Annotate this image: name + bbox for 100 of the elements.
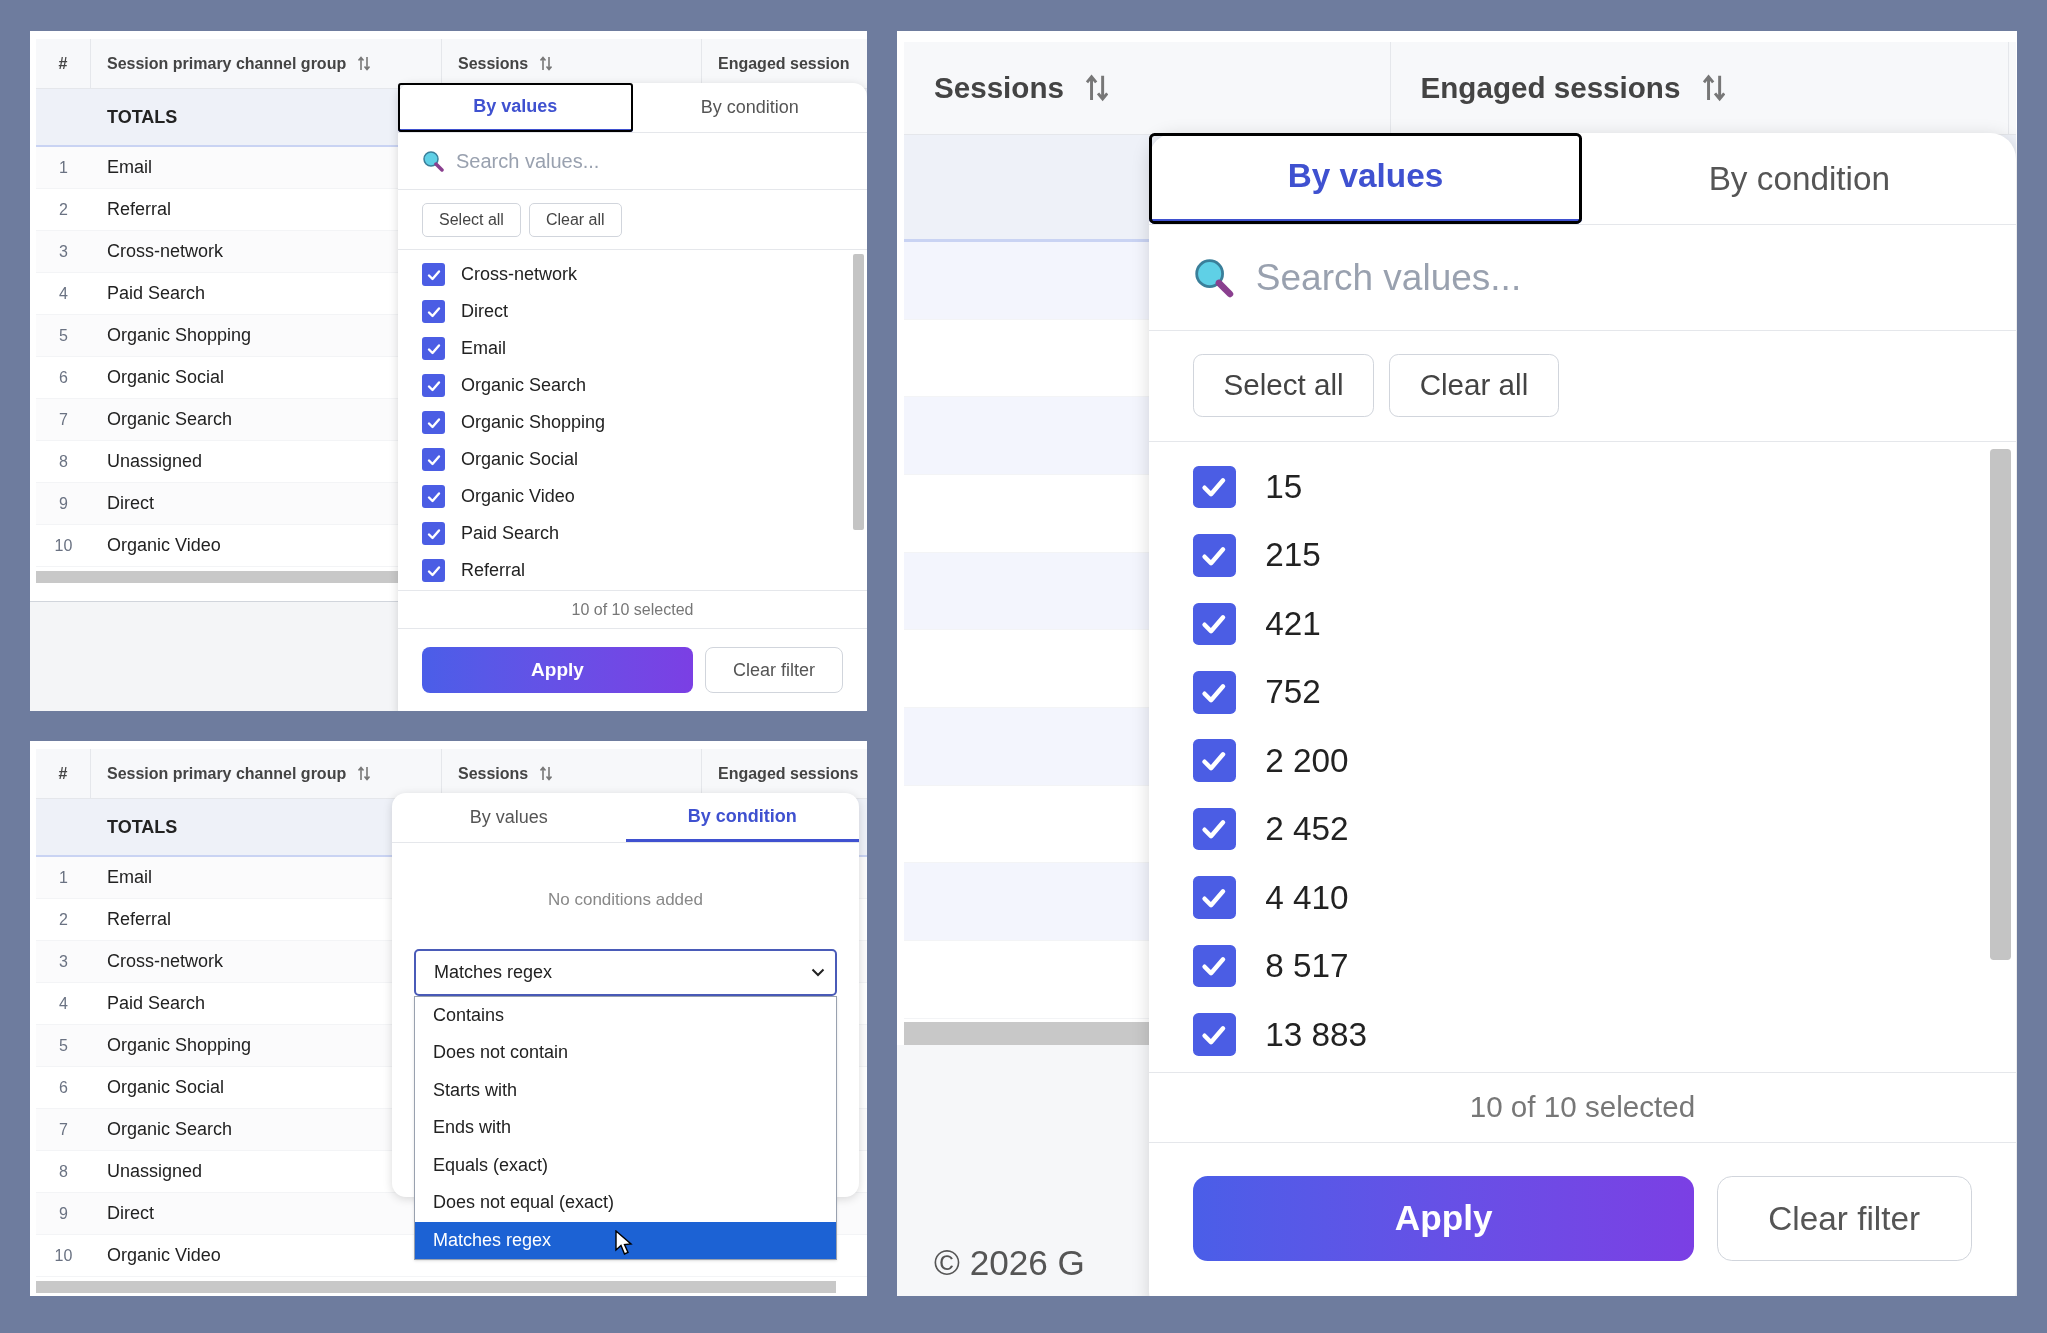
- row-number: 6: [58, 367, 69, 388]
- checkbox[interactable]: [1193, 739, 1236, 782]
- dropdown-option[interactable]: Does not equal (exact): [415, 1184, 836, 1222]
- sort-icon[interactable]: [540, 56, 553, 71]
- action-button[interactable]: Select all: [1193, 354, 1375, 418]
- table-cell-text: Unassigned: [106, 1160, 204, 1183]
- value-label[interactable]: Cross-network: [461, 261, 578, 288]
- apply-button[interactable]: Apply: [1193, 1176, 1695, 1262]
- sort-icon[interactable]: [358, 766, 371, 781]
- row-number: 6: [58, 1077, 69, 1098]
- dropdown-option[interactable]: Ends with: [415, 1109, 836, 1147]
- checkbox[interactable]: [422, 522, 445, 545]
- filter-tab[interactable]: By condition: [625, 793, 859, 842]
- dropdown-option[interactable]: Contains: [415, 996, 836, 1034]
- table-cell-text: Direct: [106, 492, 155, 515]
- selection-count: 10 of 10 selected: [398, 591, 867, 629]
- action-button[interactable]: Clear all: [528, 202, 622, 237]
- dropdown-option[interactable]: Matches regex: [415, 1221, 836, 1259]
- checkbox[interactable]: [422, 374, 445, 397]
- checkbox[interactable]: [422, 337, 445, 360]
- value-label[interactable]: 13 883: [1265, 1009, 1367, 1060]
- sort-icon[interactable]: [1702, 73, 1725, 102]
- value-label[interactable]: Organic Shopping: [461, 409, 606, 436]
- scrollbar[interactable]: [1990, 449, 2011, 960]
- dropdown-option[interactable]: Does not contain: [415, 1034, 836, 1072]
- checkbox[interactable]: [1193, 1013, 1236, 1056]
- table-cell-text: Paid Search: [106, 282, 207, 305]
- dropdown-option[interactable]: Equals (exact): [415, 1146, 836, 1184]
- sort-icon[interactable]: [358, 56, 371, 71]
- checkbox[interactable]: [1193, 944, 1236, 988]
- clear-filter-button[interactable]: Clear filter: [705, 647, 843, 693]
- column-header: #: [36, 39, 91, 88]
- row-number: 7: [58, 409, 69, 430]
- sort-icon[interactable]: [540, 766, 553, 781]
- value-label[interactable]: 2 200: [1265, 735, 1349, 786]
- column-header[interactable]: Sessions: [904, 42, 1391, 134]
- value-label[interactable]: Paid Search: [461, 520, 560, 547]
- table-cell-text: Referral: [106, 198, 173, 221]
- row-number: 8: [58, 451, 69, 472]
- checkbox[interactable]: [1193, 876, 1236, 919]
- clear-filter-button[interactable]: Clear filter: [1716, 1176, 1972, 1262]
- checkbox[interactable]: [1193, 671, 1236, 714]
- checkbox[interactable]: [1193, 807, 1236, 851]
- filter-tab[interactable]: By values: [1148, 132, 1583, 225]
- value-label[interactable]: 15: [1265, 462, 1303, 512]
- checkbox[interactable]: [1193, 602, 1236, 646]
- value-label[interactable]: 4 410: [1265, 872, 1349, 923]
- table-cell-text: Organic Search: [106, 1118, 234, 1141]
- checkbox[interactable]: [422, 485, 445, 508]
- table-cell-text: Organic Shopping: [106, 324, 253, 347]
- checkbox[interactable]: [422, 559, 445, 582]
- table-cell-text: Email: [106, 866, 153, 889]
- value-label[interactable]: Organic Search: [461, 372, 587, 399]
- row-number: 2: [58, 199, 69, 220]
- scrollbar[interactable]: [36, 1281, 836, 1293]
- row-number: 10: [53, 1245, 74, 1266]
- action-button[interactable]: Select all: [422, 202, 521, 237]
- search-field[interactable]: Search values...: [1255, 249, 1972, 306]
- checkbox[interactable]: [1193, 534, 1236, 577]
- table-cell-text: Cross-network: [106, 240, 225, 263]
- operator-dropdown[interactable]: Matches regex: [414, 948, 837, 996]
- value-label[interactable]: Organic Video: [461, 483, 575, 510]
- value-label[interactable]: 215: [1265, 530, 1321, 581]
- value-label[interactable]: 2 452: [1265, 804, 1349, 855]
- value-label[interactable]: Direct: [461, 298, 508, 325]
- row-number: 9: [58, 1203, 69, 1224]
- filter-tab[interactable]: By condition: [1582, 132, 2017, 225]
- scrollbar[interactable]: [853, 254, 864, 530]
- search-field[interactable]: Search values...: [456, 146, 843, 176]
- checkbox[interactable]: [422, 263, 445, 286]
- copyright-text: © 2026 G: [934, 1242, 1085, 1285]
- totals-label: TOTALS: [106, 105, 179, 129]
- apply-button[interactable]: Apply: [422, 647, 693, 693]
- chevron-down-icon: [811, 967, 825, 977]
- row-number: 5: [58, 325, 69, 346]
- column-header: #: [36, 749, 91, 798]
- table-cell-text: Organic Social: [106, 1076, 226, 1099]
- row-number: 9: [58, 493, 69, 514]
- action-button[interactable]: Clear all: [1389, 354, 1559, 418]
- checkbox[interactable]: [1193, 465, 1236, 509]
- dropdown-option[interactable]: Starts with: [415, 1071, 836, 1109]
- table-cell-text: Unassigned: [106, 450, 204, 473]
- empty-message: No conditions added: [547, 889, 704, 911]
- checkbox[interactable]: [422, 411, 445, 434]
- filter-tab[interactable]: By values: [398, 83, 633, 132]
- value-label[interactable]: 8 517: [1265, 941, 1349, 992]
- value-label[interactable]: Referral: [461, 557, 526, 584]
- row-number: 5: [58, 1035, 69, 1056]
- value-label[interactable]: Organic Social: [461, 446, 579, 473]
- sort-icon[interactable]: [1086, 73, 1109, 102]
- checkbox[interactable]: [422, 448, 445, 471]
- table-cell-text: Referral: [106, 908, 173, 931]
- mouse-cursor-icon: [615, 1229, 633, 1256]
- row-number: 4: [58, 283, 69, 304]
- value-label[interactable]: 752: [1265, 667, 1321, 718]
- value-label[interactable]: 421: [1265, 598, 1321, 649]
- checkbox[interactable]: [422, 300, 445, 323]
- row-number: 2: [58, 909, 69, 930]
- row-number: 3: [58, 241, 69, 262]
- value-label[interactable]: Email: [461, 335, 506, 362]
